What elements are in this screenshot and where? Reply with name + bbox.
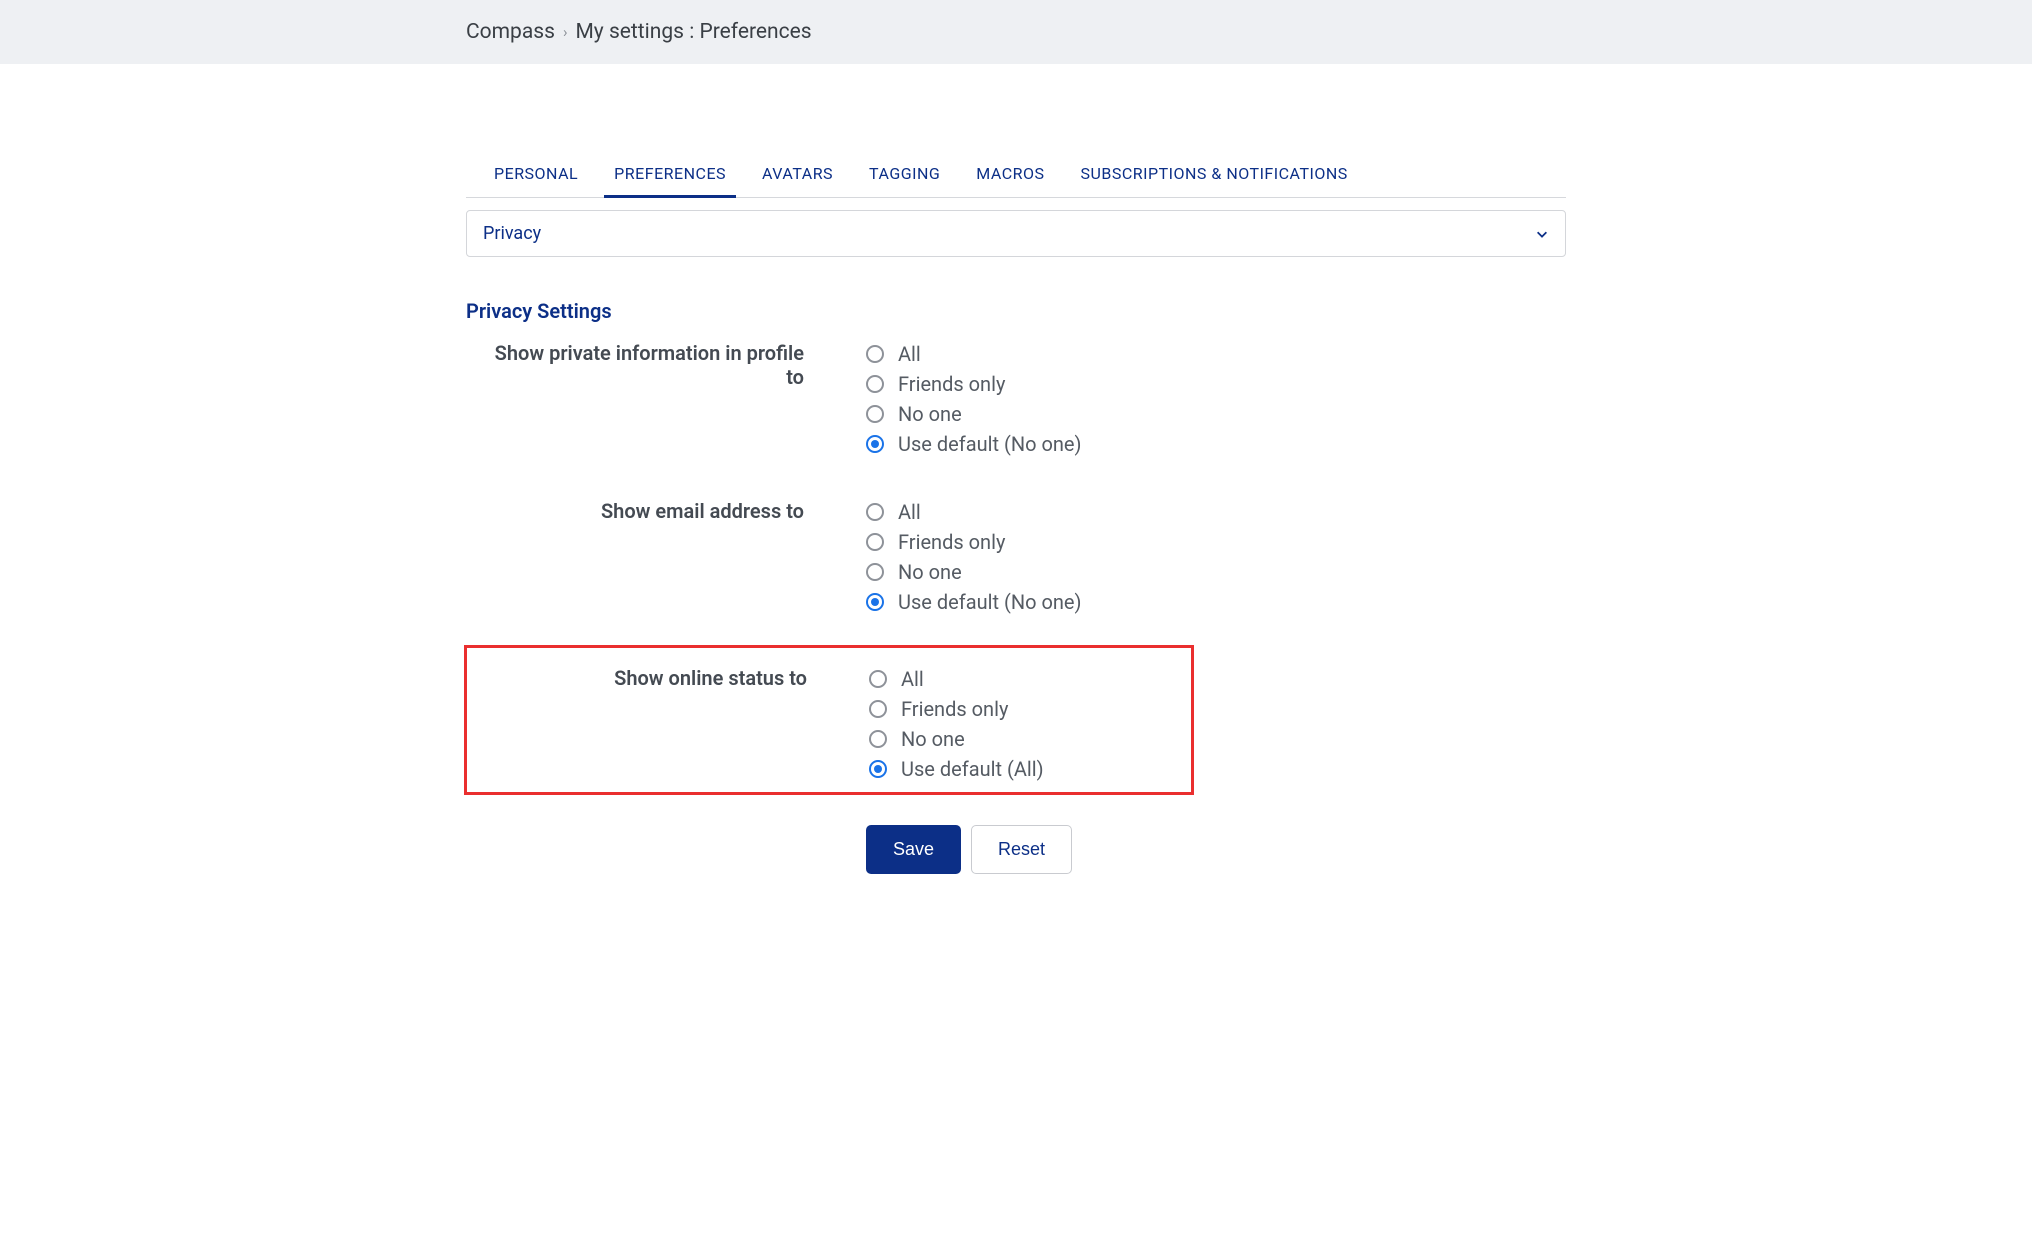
radio-option[interactable]: All [866,339,1566,369]
radio-label: No one [898,402,962,426]
chevron-right-icon: › [563,23,568,41]
setting-group: Show private information in profile toAl… [466,329,1566,487]
radio-input[interactable] [866,375,884,393]
radio-label: No one [901,727,965,751]
option-list: All Friends only No one Use default (No one… [866,497,1566,617]
radio-label: Use default (No one) [898,590,1081,614]
save-button[interactable]: Save [866,825,961,874]
option-list: All Friends only No one Use default (No one… [866,339,1566,459]
radio-option[interactable]: Use default (No one) [866,587,1566,617]
radio-input[interactable] [869,730,887,748]
radio-option[interactable]: Use default (No one) [866,429,1566,459]
radio-input[interactable] [869,670,887,688]
radio-label: All [901,667,924,691]
tab-bar: PERSONAL PREFERENCES AVATARS TAGGING MAC… [466,154,1566,198]
radio-option[interactable]: Friends only [866,527,1566,557]
setting-label: Show private information in profile to [466,339,866,389]
radio-input[interactable] [866,593,884,611]
setting-group: Show email address to All Friends only No o… [466,487,1566,645]
radio-label: Use default (No one) [898,432,1081,456]
radio-label: Use default (All) [901,757,1044,781]
radio-option[interactable]: Use default (All) [869,754,1191,784]
radio-input[interactable] [866,533,884,551]
subsection-select[interactable]: Privacy [466,210,1566,257]
radio-option[interactable]: Friends only [869,694,1191,724]
tab-preferences[interactable]: PREFERENCES [614,154,726,197]
radio-input[interactable] [869,760,887,778]
radio-label: No one [898,560,962,584]
setting-label: Show email address to [466,497,866,523]
radio-label: Friends only [898,372,1005,396]
radio-label: All [898,500,921,524]
tab-subscriptions[interactable]: SUBSCRIPTIONS & NOTIFICATIONS [1081,154,1348,197]
tab-tagging[interactable]: TAGGING [869,154,940,197]
radio-label: All [898,342,921,366]
chevron-down-icon [1535,227,1549,241]
breadcrumb: Compass › My settings : Preferences [356,20,1676,44]
tab-macros[interactable]: MACROS [976,154,1044,197]
radio-option[interactable]: No one [866,557,1566,587]
tab-avatars[interactable]: AVATARS [762,154,833,197]
subsection-select-value: Privacy [483,223,541,244]
radio-input[interactable] [869,700,887,718]
radio-option[interactable]: All [869,664,1191,694]
radio-input[interactable] [866,563,884,581]
breadcrumb-current: My settings : Preferences [575,20,811,44]
reset-button[interactable]: Reset [971,825,1072,874]
radio-input[interactable] [866,435,884,453]
radio-label: Friends only [898,530,1005,554]
radio-option[interactable]: No one [869,724,1191,754]
option-list: All Friends only No one Use default (All) [869,664,1191,784]
tab-personal[interactable]: PERSONAL [494,154,578,197]
setting-label: Show online status to [467,664,869,690]
radio-input[interactable] [866,503,884,521]
setting-group: Show online status to All Friends only No o… [464,645,1194,795]
radio-input[interactable] [866,345,884,363]
radio-option[interactable]: Friends only [866,369,1566,399]
breadcrumb-root[interactable]: Compass [466,20,555,44]
radio-label: Friends only [901,697,1008,721]
radio-option[interactable]: All [866,497,1566,527]
radio-option[interactable]: No one [866,399,1566,429]
radio-input[interactable] [866,405,884,423]
section-title: Privacy Settings [466,299,1566,323]
